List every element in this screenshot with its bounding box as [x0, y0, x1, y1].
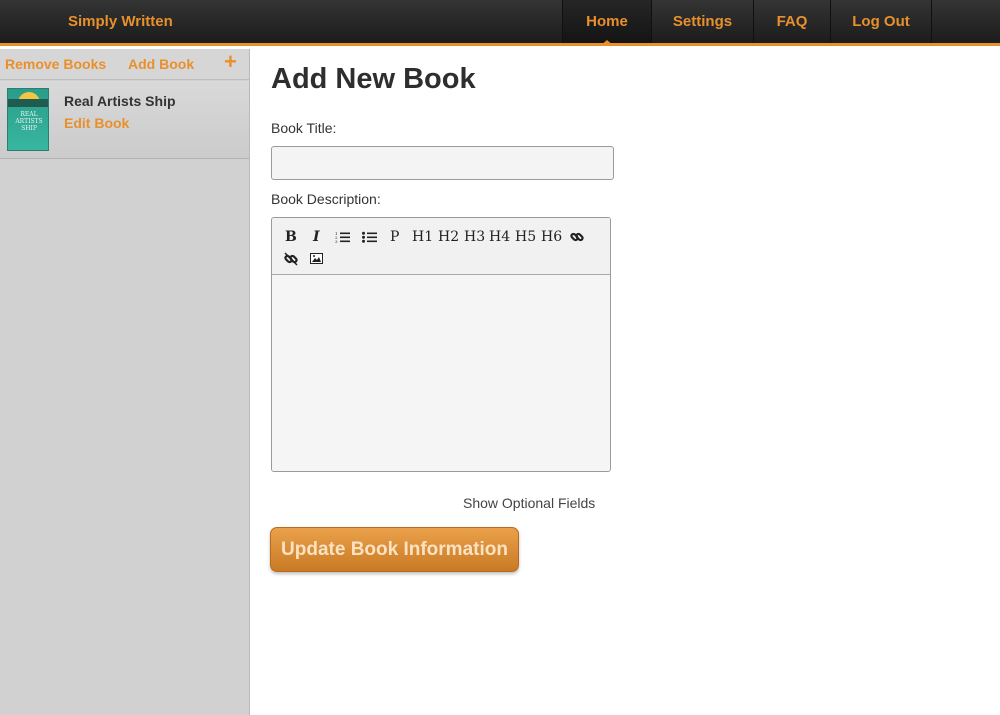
h5-button[interactable]: H5: [515, 229, 536, 245]
h3-button[interactable]: H3: [464, 229, 485, 245]
h1-button[interactable]: H1: [412, 229, 433, 245]
plus-icon[interactable]: +: [224, 51, 237, 73]
description-editor: B I 123 P H1 H2 H3 H4 H5 H6: [271, 217, 611, 472]
main-nav: Home Settings FAQ Log Out: [562, 0, 932, 46]
nav-faq[interactable]: FAQ: [753, 0, 830, 43]
svg-text:3: 3: [335, 239, 338, 243]
remove-books-link[interactable]: Remove Books: [5, 56, 106, 72]
book-title-input[interactable]: [271, 146, 614, 180]
description-text-area[interactable]: [272, 275, 610, 471]
show-optional-fields-link[interactable]: Show Optional Fields: [463, 495, 595, 511]
unlink-icon[interactable]: [284, 252, 298, 266]
nav-log-out[interactable]: Log Out: [830, 0, 932, 43]
editor-toolbar: B I 123 P H1 H2 H3 H4 H5 H6: [272, 218, 610, 275]
h2-button[interactable]: H2: [438, 229, 459, 245]
brand-logo[interactable]: Simply Written: [68, 13, 173, 30]
h4-button[interactable]: H4: [489, 229, 510, 245]
h6-button[interactable]: H6: [541, 229, 562, 245]
unordered-list-icon[interactable]: [362, 231, 377, 243]
nav-home[interactable]: Home: [562, 0, 651, 46]
book-title-label: Book Title:: [271, 120, 337, 136]
sidebar: Remove Books Add Book + REAL ARTISTS SHI…: [0, 49, 250, 715]
book-cover-image: REAL ARTISTS SHIP: [7, 88, 49, 151]
nav-settings[interactable]: Settings: [651, 0, 753, 43]
book-list-item[interactable]: REAL ARTISTS SHIP Real Artists Ship Edit…: [0, 81, 249, 159]
paragraph-button[interactable]: P: [390, 229, 399, 245]
update-book-button[interactable]: Update Book Information: [270, 527, 519, 572]
image-icon[interactable]: [310, 253, 323, 264]
book-description-label: Book Description:: [271, 191, 381, 207]
ordered-list-icon[interactable]: 123: [335, 231, 350, 243]
edit-book-link[interactable]: Edit Book: [64, 115, 129, 131]
book-title: Real Artists Ship: [64, 93, 176, 109]
sidebar-actions: Remove Books Add Book +: [0, 49, 249, 80]
italic-button[interactable]: I: [313, 229, 320, 245]
page-title: Add New Book: [271, 63, 476, 95]
bold-button[interactable]: B: [285, 229, 297, 245]
add-book-link[interactable]: Add Book: [128, 56, 194, 72]
book-cover-text: REAL ARTISTS SHIP: [15, 111, 43, 132]
link-icon[interactable]: [570, 230, 584, 244]
top-nav-bar: Simply Written Home Settings FAQ Log Out: [0, 0, 1000, 46]
